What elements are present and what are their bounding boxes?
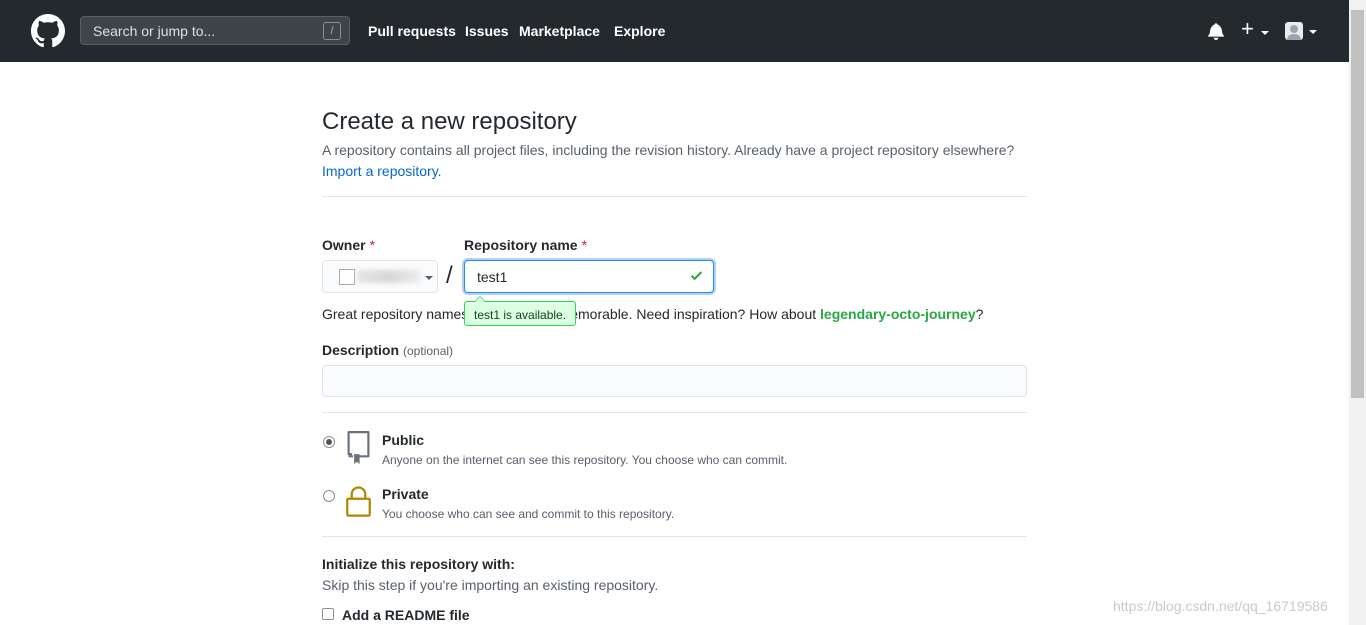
- repo-name-label: Repository name *: [464, 237, 587, 253]
- github-logo-icon[interactable]: [31, 14, 65, 48]
- public-title: Public: [382, 432, 425, 448]
- repository-name-input[interactable]: [464, 260, 714, 293]
- public-radio[interactable]: [323, 436, 335, 448]
- availability-tooltip: test1 is available.: [464, 296, 577, 326]
- owner-name-blurred: [357, 270, 421, 283]
- lock-icon: [346, 486, 371, 517]
- public-description: Anyone on the internet can see this repo…: [382, 453, 788, 467]
- private-description: You choose who can see and commit to thi…: [382, 507, 675, 521]
- avatar[interactable]: [1285, 22, 1303, 40]
- watermark: https://blog.csdn.net/qq_16719586: [1113, 598, 1328, 614]
- search-placeholder: Search or jump to...: [93, 23, 216, 39]
- required-mark: *: [581, 237, 588, 253]
- check-icon: [690, 271, 703, 281]
- chevron-down-icon[interactable]: [1309, 30, 1317, 34]
- readme-label[interactable]: Add a README file: [342, 607, 470, 623]
- divider: [322, 412, 1027, 413]
- divider: [322, 196, 1027, 197]
- repo-name-help-text: Great repository names are short and mem…: [322, 306, 983, 322]
- nav-explore[interactable]: Explore: [614, 23, 665, 39]
- owner-select[interactable]: [322, 260, 438, 293]
- optional-tag: (optional): [403, 344, 454, 358]
- private-radio[interactable]: [323, 490, 335, 502]
- top-header: Search or jump to... / Pull requests Iss…: [0, 0, 1366, 62]
- owner-label: Owner *: [322, 237, 375, 253]
- description-label-text: Description: [322, 342, 400, 358]
- private-title: Private: [382, 486, 429, 502]
- search-shortcut-key: /: [323, 22, 341, 40]
- user-avatar-icon: [1287, 25, 1301, 40]
- initialize-title: Initialize this repository with:: [322, 556, 515, 572]
- repo-name-label-text: Repository name: [464, 237, 578, 253]
- description-label: Description (optional): [322, 342, 453, 358]
- help-text-end: ?: [975, 306, 984, 322]
- owner-avatar: [339, 269, 355, 285]
- create-new-button[interactable]: +: [1241, 18, 1254, 40]
- scrollbar-thumb[interactable]: [1351, 10, 1364, 398]
- owner-repo-separator: /: [446, 262, 453, 289]
- chevron-down-icon[interactable]: [1261, 31, 1269, 35]
- search-input[interactable]: Search or jump to... /: [80, 16, 350, 45]
- nav-pull-requests[interactable]: Pull requests: [368, 23, 456, 39]
- description-input[interactable]: [322, 365, 1027, 397]
- chevron-down-icon: [425, 276, 433, 280]
- readme-checkbox[interactable]: [322, 608, 334, 620]
- initialize-subtitle: Skip this step if you're importing an ex…: [322, 577, 659, 593]
- repo-book-icon: [347, 431, 370, 464]
- page-description: A repository contains all project files,…: [322, 142, 1015, 158]
- required-mark: *: [369, 237, 376, 253]
- divider: [322, 536, 1027, 537]
- bell-icon[interactable]: [1208, 22, 1224, 40]
- nav-issues[interactable]: Issues: [465, 23, 509, 39]
- nav-marketplace[interactable]: Marketplace: [519, 23, 600, 39]
- import-repository-link[interactable]: Import a repository.: [322, 163, 442, 179]
- suggested-name-link[interactable]: legendary-octo-journey: [820, 306, 976, 322]
- owner-label-text: Owner: [322, 237, 366, 253]
- page-title: Create a new repository: [322, 108, 577, 135]
